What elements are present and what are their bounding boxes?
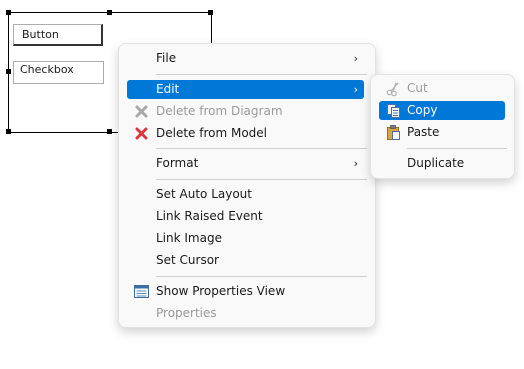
menu-item-properties[interactable]: Properties (127, 304, 364, 323)
menu-separator (407, 148, 507, 149)
menu-item-link-raised-event[interactable]: Link Raised Event (127, 207, 364, 226)
resize-handle[interactable] (208, 10, 213, 15)
menu-separator (156, 74, 367, 75)
menu-item-cut[interactable]: Cut (379, 79, 505, 98)
menu-item-set-cursor[interactable]: Set Cursor (127, 251, 364, 270)
button-widget[interactable]: Button (13, 24, 103, 46)
resize-handle[interactable] (107, 129, 112, 134)
edit-submenu: Cut Copy Paste Duplicate (370, 74, 515, 179)
menu-item-copy[interactable]: Copy (379, 101, 505, 120)
menu-separator (156, 276, 367, 277)
menu-item-link-image[interactable]: Link Image (127, 229, 364, 248)
menu-item-set-auto-layout[interactable]: Set Auto Layout (127, 185, 364, 204)
resize-handle[interactable] (6, 129, 11, 134)
copy-icon (385, 102, 402, 119)
scissors-icon (385, 80, 402, 97)
delete-red-x-icon (133, 125, 150, 142)
menu-item-label: Properties (156, 306, 217, 320)
resize-handle[interactable] (107, 10, 112, 15)
menu-item-label: Copy (407, 103, 438, 117)
menu-item-duplicate[interactable]: Duplicate (379, 154, 505, 173)
menu-separator (156, 148, 367, 149)
resize-handle[interactable] (6, 69, 11, 74)
menu-item-label: Delete from Model (156, 126, 268, 140)
menu-item-label: Format (156, 156, 199, 170)
delete-gray-x-icon (133, 103, 150, 120)
chevron-right-icon: › (353, 52, 358, 65)
menu-item-label: Set Auto Layout (156, 187, 252, 201)
menu-item-delete-from-diagram[interactable]: Delete from Diagram (127, 102, 364, 121)
chevron-right-icon: › (353, 157, 358, 170)
menu-item-format[interactable]: Format › (127, 154, 364, 173)
chevron-right-icon: › (353, 83, 358, 96)
menu-item-show-properties-view[interactable]: Show Properties View (127, 282, 364, 301)
menu-item-label: Show Properties View (156, 284, 286, 298)
menu-separator (156, 179, 367, 180)
checkbox-widget[interactable]: Checkbox (13, 61, 104, 84)
menu-item-label: Cut (407, 81, 428, 95)
menu-item-file[interactable]: File › (127, 49, 364, 68)
menu-item-label: Link Image (156, 231, 222, 245)
resize-handle[interactable] (6, 10, 11, 15)
menu-item-paste[interactable]: Paste (379, 123, 505, 142)
properties-view-icon (133, 283, 150, 300)
menu-item-label: Delete from Diagram (156, 104, 283, 118)
menu-item-label: Paste (407, 125, 440, 139)
paste-clipboard-icon (385, 124, 402, 141)
menu-item-label: Link Raised Event (156, 209, 263, 223)
menu-item-label: Set Cursor (156, 253, 219, 267)
menu-item-label: Edit (156, 82, 180, 96)
menu-item-delete-from-model[interactable]: Delete from Model (127, 124, 364, 143)
menu-item-label: File (156, 51, 177, 65)
menu-item-label: Duplicate (407, 156, 465, 170)
menu-item-edit[interactable]: Edit › (127, 80, 364, 99)
context-menu: File › Edit › Delete from Diagram Delete… (118, 43, 376, 328)
